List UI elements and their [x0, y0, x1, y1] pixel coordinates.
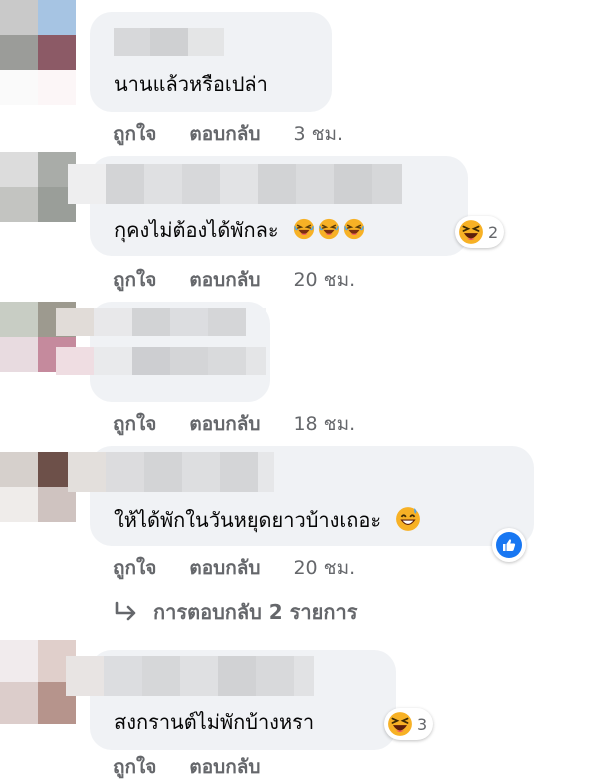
comment-bubble: กุคงไม่ต้องได้พักละ — [68, 156, 468, 256]
reaction-summary[interactable]: 3 — [384, 708, 434, 740]
comment-timestamp[interactable]: 20 ชม. — [293, 553, 355, 583]
comment-text: สงกรานต์ไม่พักบ้างหรา — [114, 710, 315, 734]
comment-bubble: ให้ได้พักในวันหยุดยาวบ้างเถอะ — [68, 446, 534, 546]
view-replies-label[interactable]: การตอบกลับ 2 รายการ — [153, 596, 357, 628]
rolling-laughing-icon — [318, 218, 340, 240]
comment-timestamp[interactable]: 18 ชม. — [293, 409, 355, 439]
haha-reaction-icon — [458, 219, 484, 245]
reply-button[interactable]: ตอบกลับ — [189, 265, 260, 295]
reply-button[interactable]: ตอบกลับ — [189, 553, 260, 583]
reply-button[interactable]: ตอบกลับ — [189, 752, 260, 782]
comment-timestamp[interactable]: 20 ชม. — [293, 265, 355, 295]
commenter-name-blurred[interactable] — [56, 308, 266, 386]
comment-bubble: นานแล้วหรือเปล่า — [90, 12, 332, 112]
comment-actions: ถูกใจ ตอบกลับ 20 ชม. — [113, 265, 355, 295]
like-button[interactable]: ถูกใจ — [113, 409, 156, 439]
avatar[interactable] — [0, 452, 76, 522]
avatar[interactable] — [0, 152, 76, 222]
comment-actions: ถูกใจ ตอบกลับ 3 ชม. — [113, 119, 343, 149]
reply-button[interactable]: ตอบกลับ — [189, 409, 260, 439]
view-replies-link[interactable]: การตอบกลับ 2 รายการ — [113, 596, 357, 628]
rolling-laughing-icon — [343, 218, 365, 240]
comment-bubble: สงกรานต์ไม่พักบ้างหรา — [66, 650, 396, 750]
reaction-count: 2 — [488, 222, 499, 242]
rolling-laughing-icon — [293, 218, 315, 240]
comment-bubble — [56, 302, 270, 402]
comment-actions: ถูกใจ ตอบกลับ — [113, 752, 293, 782]
like-button[interactable]: ถูกใจ — [113, 752, 156, 782]
reply-button[interactable]: ตอบกลับ — [189, 119, 260, 149]
comment-text: กุคงไม่ต้องได้พักละ — [114, 214, 365, 246]
reaction-summary[interactable]: 2 — [455, 216, 505, 248]
commenter-name-blurred[interactable] — [66, 656, 314, 696]
like-reaction-icon — [496, 532, 522, 558]
haha-reaction-icon — [387, 711, 413, 737]
like-button[interactable]: ถูกใจ — [113, 553, 156, 583]
like-button[interactable]: ถูกใจ — [113, 119, 156, 149]
avatar[interactable] — [0, 640, 76, 724]
reply-arrow-icon — [115, 601, 136, 621]
comment-text: นานแล้วหรือเปล่า — [114, 72, 268, 96]
comment-text: ให้ได้พักในวันหยุดยาวบ้างเถอะ — [114, 504, 421, 536]
commenter-name-blurred[interactable] — [68, 164, 402, 204]
comment-actions: ถูกใจ ตอบกลับ 20 ชม. — [113, 553, 355, 583]
comment-timestamp[interactable]: 3 ชม. — [293, 119, 343, 149]
grin-sweat-icon — [395, 506, 421, 532]
avatar[interactable] — [0, 0, 76, 105]
commenter-name-blurred[interactable] — [114, 28, 224, 56]
reaction-count: 3 — [417, 714, 428, 734]
commenter-name-blurred[interactable] — [68, 452, 274, 492]
reaction-summary[interactable] — [492, 528, 526, 562]
like-button[interactable]: ถูกใจ — [113, 265, 156, 295]
comment-actions: ถูกใจ ตอบกลับ 18 ชม. — [113, 409, 355, 439]
